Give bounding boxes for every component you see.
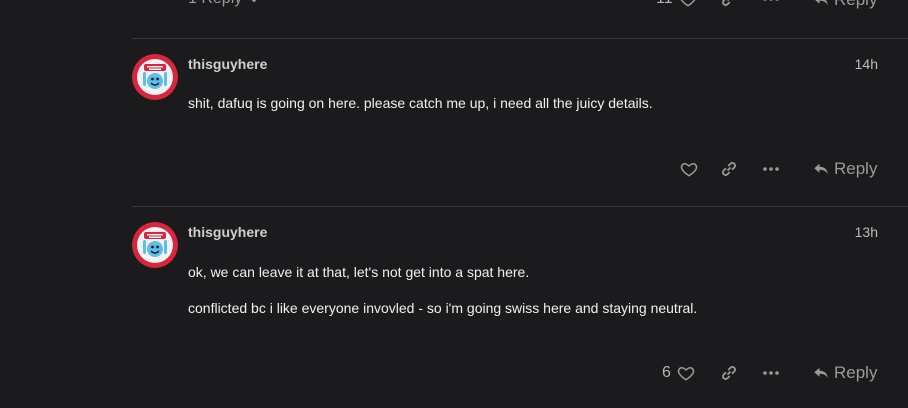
post-divider [132,38,908,39]
like-count: 6 [662,364,671,381]
replies-toggle-label: 1 Reply [188,0,242,8]
reply-button-top[interactable]: Reply [812,0,877,10]
more-icon [763,167,779,171]
post-text: conflicted bc i like everyone invovled -… [188,300,698,316]
avatar-image [132,54,178,100]
replies-toggle[interactable]: 1 Reply [188,0,260,8]
copy-link-button-top[interactable] [720,0,738,8]
link-icon [722,162,736,176]
copy-link-button[interactable] [720,364,738,382]
reply-label: Reply [834,363,878,382]
post-username[interactable]: thisguyhere [188,224,267,240]
like-count: 11 [656,0,673,8]
reply-button[interactable]: Reply [812,159,877,179]
heart-icon [680,0,695,7]
post-text: shit, dafuq is going on here. please cat… [188,95,653,111]
more-button[interactable] [762,160,780,178]
like-button[interactable] [680,160,698,178]
heart-icon [677,366,695,381]
more-icon [763,0,779,1]
reply-label: Reply [834,0,877,10]
avatar[interactable] [132,54,178,100]
post-timestamp[interactable]: 13h [855,224,878,240]
more-icon [763,371,779,375]
post-text: ok, we can leave it at that, let's not g… [188,264,530,280]
post-timestamp[interactable]: 14h [855,56,878,72]
reply-icon [814,367,828,379]
avatar-image [132,222,178,268]
post-divider [132,206,908,207]
like-button-top[interactable]: 11 [656,0,697,8]
link-icon [722,366,736,380]
reply-icon [815,0,828,6]
link-icon [722,0,734,6]
reply-icon [814,163,828,175]
reply-label: Reply [834,159,878,178]
heart-icon [680,162,698,177]
post-username[interactable]: thisguyhere [188,56,267,72]
more-button-top[interactable] [762,0,780,8]
copy-link-button[interactable] [720,160,738,178]
more-button[interactable] [762,364,780,382]
chevron-down-icon [251,0,257,3]
reply-button[interactable]: Reply [812,363,877,383]
avatar[interactable] [132,222,178,268]
like-button[interactable]: 6 [662,364,695,382]
